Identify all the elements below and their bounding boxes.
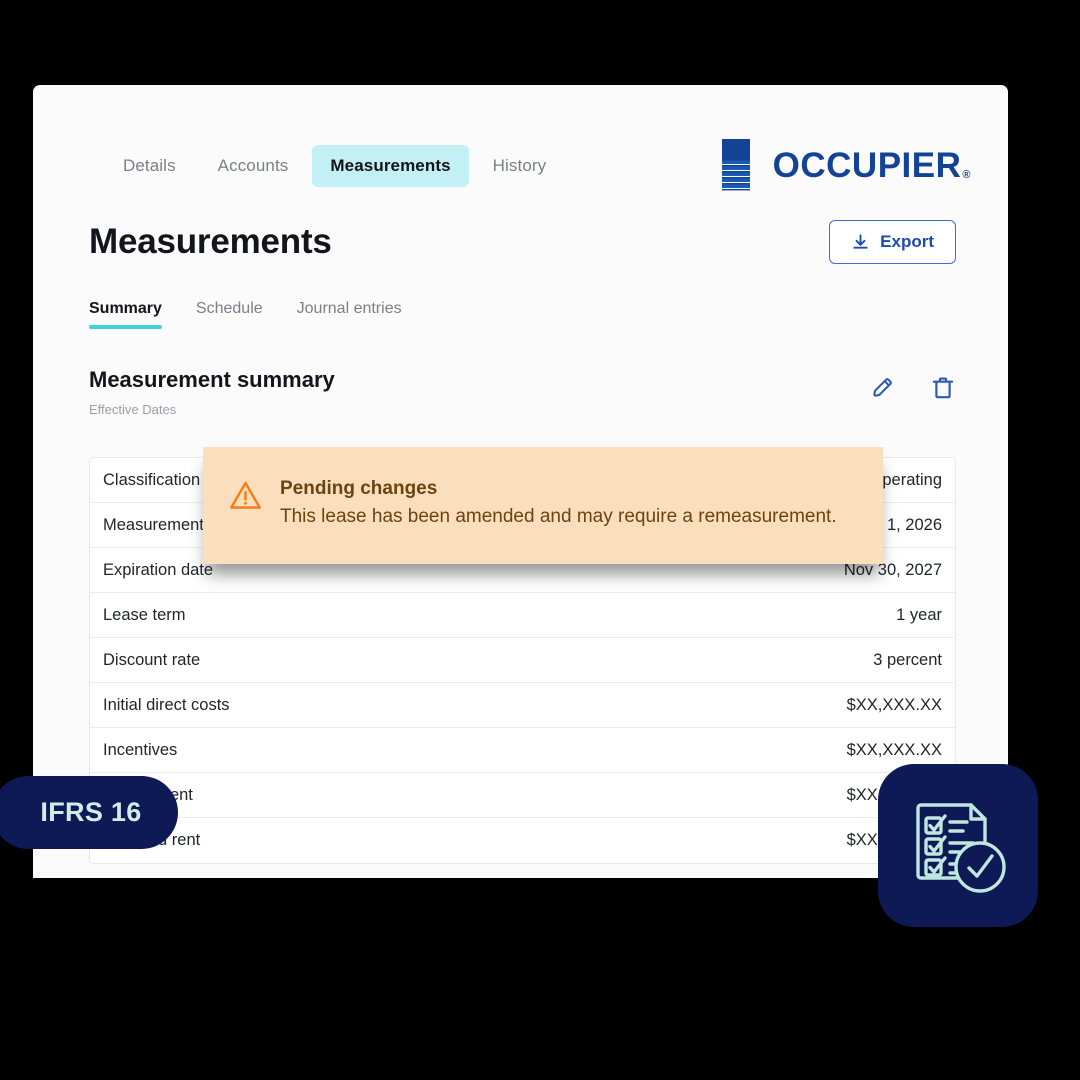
row-label: Initial direct costs: [103, 695, 230, 714]
alert-body: Pending changes This lease has been amen…: [280, 477, 837, 530]
table-row: Incentives $XX,XXX.XX: [90, 728, 955, 773]
page-title: Measurements: [89, 222, 332, 261]
row-label: Lease term: [103, 605, 186, 624]
row-value: $XX,XXX.XX: [846, 695, 942, 714]
occupier-logo-wordmark: OCCUPIER®: [772, 146, 971, 185]
trash-icon[interactable]: [930, 375, 956, 401]
table-row: Prepaid rent $XX,XXX.XX: [90, 773, 955, 818]
tab-schedule[interactable]: Schedule: [196, 300, 263, 329]
export-button[interactable]: Export: [829, 220, 956, 264]
row-value: 1 year: [896, 605, 942, 624]
section-title: Measurement summary: [89, 367, 335, 392]
nav-tab-measurements[interactable]: Measurements: [312, 145, 469, 187]
row-label: Expiration date: [103, 560, 214, 579]
tab-journal-entries[interactable]: Journal entries: [297, 300, 402, 329]
row-value: 3 percent: [873, 650, 942, 669]
row-label: Incentives: [103, 740, 178, 759]
top-nav-tabs: Details Accounts Measurements History: [105, 145, 564, 187]
section-header: Measurement summary Effective Dates: [89, 367, 956, 417]
occupier-logo-mark-icon: [721, 139, 750, 191]
row-label: Classification: [103, 470, 201, 489]
nav-tab-history[interactable]: History: [475, 145, 565, 187]
section-subtitle: Effective Dates: [89, 402, 177, 417]
table-row: Deferred rent $XX,XXX.XX: [90, 818, 955, 863]
checklist-check-icon: [916, 802, 1006, 893]
table-row: Lease term 1 year: [90, 593, 955, 638]
nav-tab-accounts[interactable]: Accounts: [200, 145, 307, 187]
table-row: Initial direct costs $XX,XXX.XX: [90, 683, 955, 728]
registered-mark: ®: [962, 169, 971, 181]
row-label: Discount rate: [103, 650, 201, 669]
alert-message: This lease has been amended and may requ…: [280, 505, 837, 527]
nav-tab-details[interactable]: Details: [105, 145, 194, 187]
screenshot-stage: Details Accounts Measurements History OC…: [0, 0, 1080, 1080]
occupier-logo: OCCUPIER®: [720, 137, 971, 194]
table-row: Discount rate 3 percent: [90, 638, 955, 683]
pending-changes-alert: Pending changes This lease has been amen…: [203, 447, 883, 564]
page-header: Measurements Export: [89, 220, 956, 264]
logo-word-text: OCCUPIER: [772, 146, 962, 185]
row-value: $XX,XXX.XX: [846, 740, 942, 759]
section-actions: [870, 367, 956, 401]
ifrs-16-badge-label: IFRS 16: [40, 797, 142, 827]
warning-triangle-icon: [230, 481, 261, 509]
tab-summary[interactable]: Summary: [89, 300, 162, 329]
download-icon: [853, 233, 868, 249]
checklist-badge: [878, 764, 1038, 927]
pencil-icon[interactable]: [870, 375, 896, 401]
ifrs-16-badge: IFRS 16: [0, 776, 178, 849]
export-button-label: Export: [880, 232, 934, 251]
alert-title: Pending changes: [280, 478, 438, 499]
top-navigation-bar: Details Accounts Measurements History OC…: [33, 85, 1008, 195]
section-header-text: Measurement summary Effective Dates: [89, 367, 335, 417]
sub-tabs: Summary Schedule Journal entries: [89, 300, 402, 329]
